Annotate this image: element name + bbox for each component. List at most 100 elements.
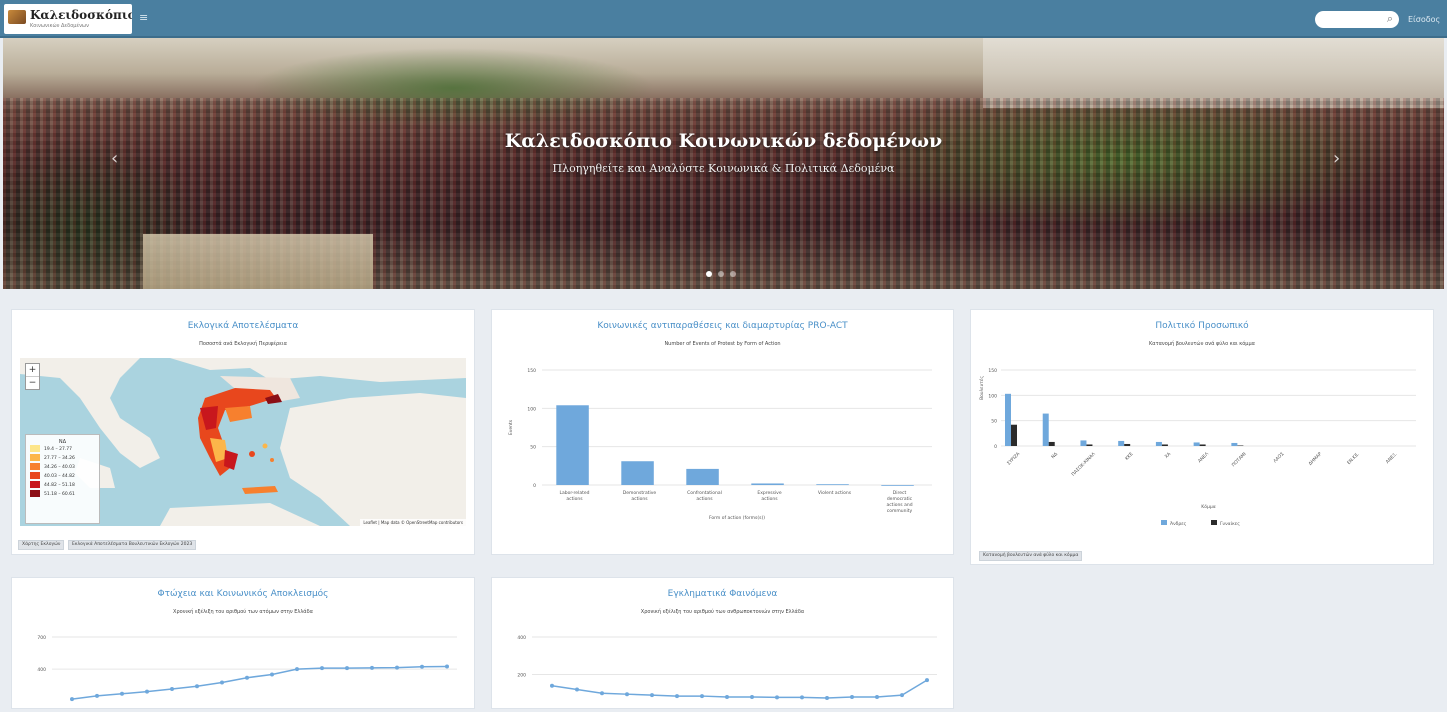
x-tick-label: democratic xyxy=(887,496,913,502)
x-tick-label: community xyxy=(887,508,913,514)
protests-card: Κοινωνικές αντιπαραθέσεις και διαμαρτυρί… xyxy=(491,309,954,555)
hero-background-steps xyxy=(143,234,373,289)
legend-item: 34.26 – 40.03 xyxy=(26,463,99,472)
legend-item: 40.03 – 44.82 xyxy=(26,472,99,481)
legend-swatch xyxy=(1161,520,1167,525)
data-point xyxy=(345,666,349,671)
bar xyxy=(1011,424,1017,446)
bar xyxy=(1155,441,1162,446)
legend-item: 27.77 – 34.26 xyxy=(26,454,99,463)
carousel-dot[interactable] xyxy=(730,271,736,277)
legend-item: 51.18 – 60.61 xyxy=(26,490,99,499)
data-point xyxy=(825,695,829,700)
bar xyxy=(1080,440,1087,446)
card-title[interactable]: Εκλογικά Αποτελέσματα xyxy=(12,321,474,331)
bar xyxy=(881,485,914,486)
data-point xyxy=(900,693,904,698)
data-point xyxy=(550,683,554,688)
data-point xyxy=(625,692,629,697)
data-point xyxy=(145,689,149,694)
legend-label: 19.4 – 27.77 xyxy=(44,447,73,452)
bar xyxy=(1199,444,1206,446)
x-tick-label: ΛΑΟΣ xyxy=(1272,451,1285,464)
bar xyxy=(1042,413,1049,446)
carousel-next-arrow-icon[interactable]: › xyxy=(1333,148,1340,169)
tag-election-map[interactable]: Χάρτης Εκλογών xyxy=(18,540,65,550)
x-tick-label: ΑΝΕΛ xyxy=(1197,451,1211,465)
search-icon[interactable]: ⌕ xyxy=(1387,12,1393,26)
data-point xyxy=(600,691,604,696)
data-point xyxy=(120,691,124,696)
carousel-dot[interactable] xyxy=(718,271,724,277)
data-point xyxy=(445,664,449,669)
carousel-indicators xyxy=(703,262,739,281)
data-point xyxy=(370,665,374,670)
card-subtitle: Χρονική εξέλιξη του αριθμού των ατόμων σ… xyxy=(173,609,313,615)
hamburger-menu-icon[interactable]: ≡ xyxy=(139,12,151,24)
legend-label: 34.26 – 40.03 xyxy=(44,465,75,470)
x-tick-label: actions and xyxy=(886,502,912,508)
data-point xyxy=(750,695,754,699)
crime-card: Εγκληματικά Φαινόμενα Χρονική εξέλιξη το… xyxy=(491,577,954,709)
x-axis-title: Κόμμα xyxy=(1201,503,1215,510)
data-point xyxy=(850,695,854,699)
bar xyxy=(751,483,784,485)
hero-title: Καλειδοσκόπιο Κοινωνικών δεδομένων xyxy=(504,130,943,152)
legend-swatch xyxy=(30,490,40,497)
login-link[interactable]: Είσοδος xyxy=(1408,15,1440,24)
logo-subtitle: Κοινωνικών Δεδομένων xyxy=(30,23,89,29)
map-attribution[interactable]: Leaflet | Map data © OpenStreetMap contr… xyxy=(360,519,466,526)
card-title[interactable]: Πολιτικό Προσωπικό xyxy=(971,321,1433,331)
legend-label: 44.82 – 51.18 xyxy=(44,483,75,488)
data-point xyxy=(295,667,299,672)
data-point xyxy=(725,695,729,699)
data-point xyxy=(70,697,74,702)
legend-swatch xyxy=(1211,520,1217,525)
legend-label: Γυναίκες xyxy=(1220,520,1240,527)
bar xyxy=(1048,441,1055,446)
data-point xyxy=(95,693,99,698)
politics-bar-chart: 0 50 100 150Βουλευτές ΣΥΡΙΖΑ ΝΔ ΠΑΣΟΚ-ΚΙΝΑΛ ΚΚΕ… xyxy=(978,368,1416,527)
y-axis-title: Βουλευτές xyxy=(978,376,985,400)
x-tick-label: ΕΝ.ΚΕ. xyxy=(1346,451,1361,466)
top-navbar: Καλειδοσκόπιο Κοινωνικών Δεδομένων ≡ ⌕ Ε… xyxy=(0,0,1447,38)
y-tick-label: 0 xyxy=(533,483,536,489)
poverty-card: Φτώχεια και Κοινωνικός Αποκλεισμός Χρονι… xyxy=(11,577,475,709)
x-tick-label: ΔΗΜΑΡ xyxy=(1307,451,1323,467)
card-title[interactable]: Φτώχεια και Κοινωνικός Αποκλεισμός xyxy=(12,589,474,599)
bar xyxy=(556,405,589,485)
bar xyxy=(1231,442,1238,446)
carousel-prev-arrow-icon[interactable]: ‹ xyxy=(111,148,118,169)
search-input[interactable]: ⌕ xyxy=(1315,11,1399,28)
x-tick-label: ΚΚΕ xyxy=(1124,451,1135,462)
zoom-out-button[interactable]: − xyxy=(26,376,39,389)
legend-label: 51.18 – 60.61 xyxy=(44,492,75,497)
data-point xyxy=(675,694,679,699)
card-title[interactable]: Εγκληματικά Φαινόμενα xyxy=(492,589,953,599)
card-title[interactable]: Κοινωνικές αντιπαραθέσεις και διαμαρτυρί… xyxy=(492,321,953,331)
legend-swatch xyxy=(30,472,40,479)
y-tick-label: 100 xyxy=(988,393,997,399)
site-logo[interactable]: Καλειδοσκόπιο Κοινωνικών Δεδομένων xyxy=(4,4,132,34)
data-point xyxy=(650,693,654,698)
zoom-in-button[interactable]: + xyxy=(26,364,39,376)
y-tick-label: 150 xyxy=(527,368,536,374)
card-subtitle: Ποσοστά ανά Εκλογική Περιφέρεια xyxy=(199,341,287,347)
tag-politics[interactable]: Κατανομή βουλευτών ανά φύλο και κόμμα xyxy=(979,551,1083,561)
bar xyxy=(1118,440,1125,446)
protests-bar-chart: 050100150EventsLabor-relatedactionsDemon… xyxy=(508,368,932,521)
bar xyxy=(621,461,654,485)
carousel-dot[interactable] xyxy=(706,271,712,277)
bar xyxy=(1124,443,1131,446)
legend-item: 44.82 – 51.18 xyxy=(26,481,99,490)
data-point xyxy=(220,680,224,685)
x-tick-label: Demonstrative xyxy=(623,490,657,496)
y-tick-label: 400 xyxy=(37,667,46,673)
legend-swatch xyxy=(30,454,40,461)
x-tick-label: ΧΑ xyxy=(1164,451,1173,460)
elections-map[interactable]: + − ΝΔ 19.4 – 27.77 27.77 – 34.26 34.26 – … xyxy=(20,358,466,526)
tag-election-results[interactable]: Εκλογικά Αποτελέσματα Βουλευτικών Εκλογώ… xyxy=(68,540,197,550)
y-tick-label: 50 xyxy=(530,445,536,451)
legend-swatch xyxy=(30,463,40,470)
data-point xyxy=(420,664,424,669)
